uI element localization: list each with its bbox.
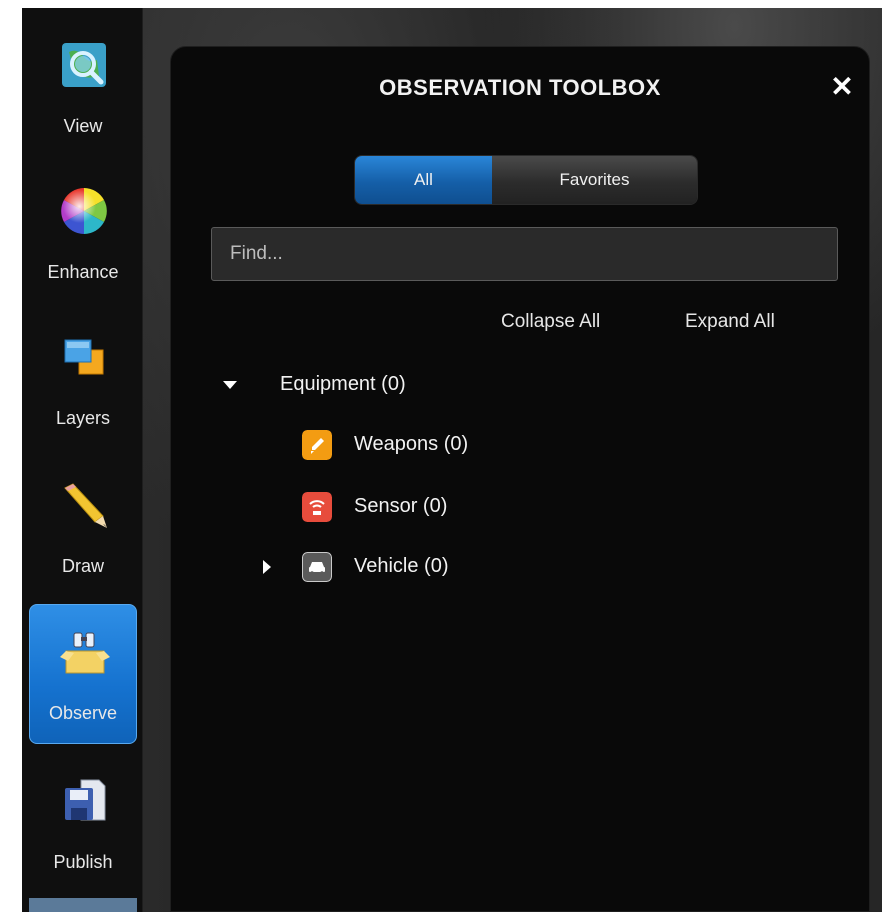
weapons-icon [302,430,332,460]
search-input[interactable] [211,227,838,281]
pencil-icon [64,483,107,528]
tab-group: All Favorites [354,155,698,205]
collapse-all-button[interactable]: Collapse All [501,311,600,333]
tree-node-label: Weapons (0) [354,433,469,455]
tab-all[interactable]: All [355,156,492,204]
save-document-icon [65,779,106,821]
panel-title: OBSERVATION TOOLBOX [379,75,661,100]
sidebar-item-label: Observe [48,703,118,723]
caret-right-icon[interactable] [263,560,271,574]
tab-favorites[interactable]: Favorites [492,156,697,204]
globe-magnifier-icon [62,43,106,87]
sidebar-item-label: Draw [61,556,104,576]
sidebar-item-enhance[interactable]: Enhance [29,154,137,294]
sidebar-item-view[interactable]: View [29,8,137,148]
color-wheel-icon [61,188,107,234]
sidebar-item-draw[interactable]: Draw [29,448,137,588]
caret-down-icon[interactable] [223,381,237,389]
observation-toolbox-panel: OBSERVATION TOOLBOX ✕ All Favorites Coll… [170,46,870,912]
tree-node-vehicle[interactable]: Vehicle (0) [263,547,563,587]
vehicle-icon [302,552,332,582]
tree-node-label: Sensor (0) [354,495,448,517]
sidebar-item-publish[interactable]: Publish [29,744,137,884]
binoculars-box-icon [60,632,110,674]
sidebar-item-label: Layers [55,408,111,428]
close-icon: ✕ [830,71,854,102]
close-button[interactable]: ✕ [827,69,857,105]
layers-icon [64,339,104,375]
sidebar-item-label: Publish [53,852,113,872]
sidebar-next-item-edge [29,898,137,912]
expand-all-button[interactable]: Expand All [685,311,775,333]
sensor-icon [302,492,332,522]
tree-node-equipment[interactable]: Equipment (0) [223,365,523,405]
sidebar-item-layers[interactable]: Layers [29,300,137,440]
sidebar-item-observe[interactable]: Observe [29,604,137,744]
tool-sidebar: View Enhance Layers Draw Observe Publish [22,8,143,912]
tree-node-label: Equipment (0) [280,373,406,395]
sidebar-item-label: Enhance [47,262,119,282]
app-window: View Enhance Layers Draw Observe Publish… [0,0,882,912]
tree-node-weapons[interactable]: Weapons (0) [302,425,562,465]
tree-node-sensor[interactable]: Sensor (0) [302,487,562,527]
tree-node-label: Vehicle (0) [354,555,449,577]
sidebar-item-label: View [63,116,103,136]
